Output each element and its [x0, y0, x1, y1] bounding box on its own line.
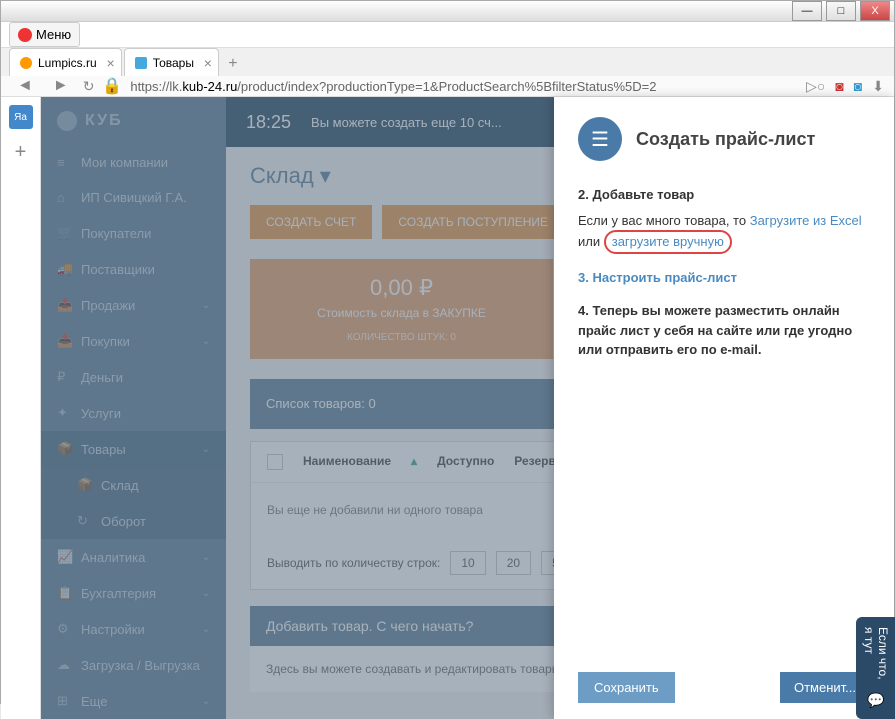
- address-bar: ◄ ► ↻ 🔒 https://lk.kub-24.ru/product/ind…: [1, 76, 894, 97]
- save-button[interactable]: Сохранить: [578, 672, 675, 703]
- cube-favicon: [135, 57, 147, 69]
- price-list-panel: ☰ Создать прайс-лист 2. Добавьте товар Е…: [554, 97, 894, 719]
- chat-icon: 💬: [867, 692, 884, 709]
- translate-icon[interactable]: Яа: [9, 105, 33, 129]
- addressbar-icons: ▷○ ◙ ◙ ⬇: [806, 78, 884, 95]
- panel-title: Создать прайс-лист: [636, 129, 815, 150]
- menu-label: Меню: [36, 27, 71, 42]
- page-content: Яа + КУБ ≡Мои компании⌂ИП Сивицкий Г.А.🛒…: [1, 97, 894, 719]
- step4-text: 4. Теперь вы можете разместить онлайн пр…: [578, 301, 870, 360]
- tab-label: Товары: [153, 56, 194, 70]
- browser-tabs: Lumpics.ru × Товары × +: [1, 48, 894, 76]
- lumpics-favicon: [20, 57, 32, 69]
- step3-link[interactable]: 3. Настроить прайс-лист: [578, 270, 737, 285]
- window-close[interactable]: X: [860, 1, 890, 21]
- window-maximize[interactable]: □: [826, 1, 856, 21]
- add-panel-button[interactable]: +: [15, 141, 27, 164]
- lock-icon: 🔒: [102, 76, 122, 96]
- step2-text: Если у вас много товара, то Загрузите из…: [578, 211, 870, 254]
- back-button[interactable]: ◄: [11, 77, 39, 95]
- load-excel-link[interactable]: Загрузите из Excel: [750, 213, 862, 228]
- reload-button[interactable]: ↻: [83, 78, 95, 95]
- tab-close-icon[interactable]: ×: [107, 55, 115, 71]
- window-titlebar: — □ X: [1, 1, 894, 22]
- ext-icon-2[interactable]: ◙: [854, 78, 862, 94]
- tab-tovary[interactable]: Товары ×: [124, 48, 219, 76]
- browser-menubar: Меню: [1, 22, 894, 48]
- browser-sidebar: Яа +: [1, 97, 41, 719]
- forward-button[interactable]: ►: [47, 77, 75, 95]
- new-tab-button[interactable]: +: [221, 52, 245, 76]
- window-minimize[interactable]: —: [792, 1, 822, 21]
- opera-menu-button[interactable]: Меню: [9, 22, 80, 47]
- ext-icon-1[interactable]: ◙: [835, 78, 843, 94]
- tab-close-icon[interactable]: ×: [204, 55, 212, 71]
- load-manual-link[interactable]: загрузите вручную: [604, 230, 732, 254]
- browser-window: — □ X Меню Lumpics.ru × Товары × + ◄ ► ↻…: [0, 0, 895, 704]
- tab-lumpics[interactable]: Lumpics.ru ×: [9, 48, 122, 76]
- tab-label: Lumpics.ru: [38, 56, 97, 70]
- download-icon[interactable]: ⬇: [872, 78, 884, 95]
- opera-icon: [18, 28, 32, 42]
- step2-title: 2. Добавьте товар: [578, 185, 870, 205]
- list-icon: ☰: [578, 117, 622, 161]
- url-field[interactable]: https://lk.kub-24.ru/product/index?produ…: [130, 79, 798, 94]
- bookmark-icon[interactable]: ▷○: [806, 78, 825, 95]
